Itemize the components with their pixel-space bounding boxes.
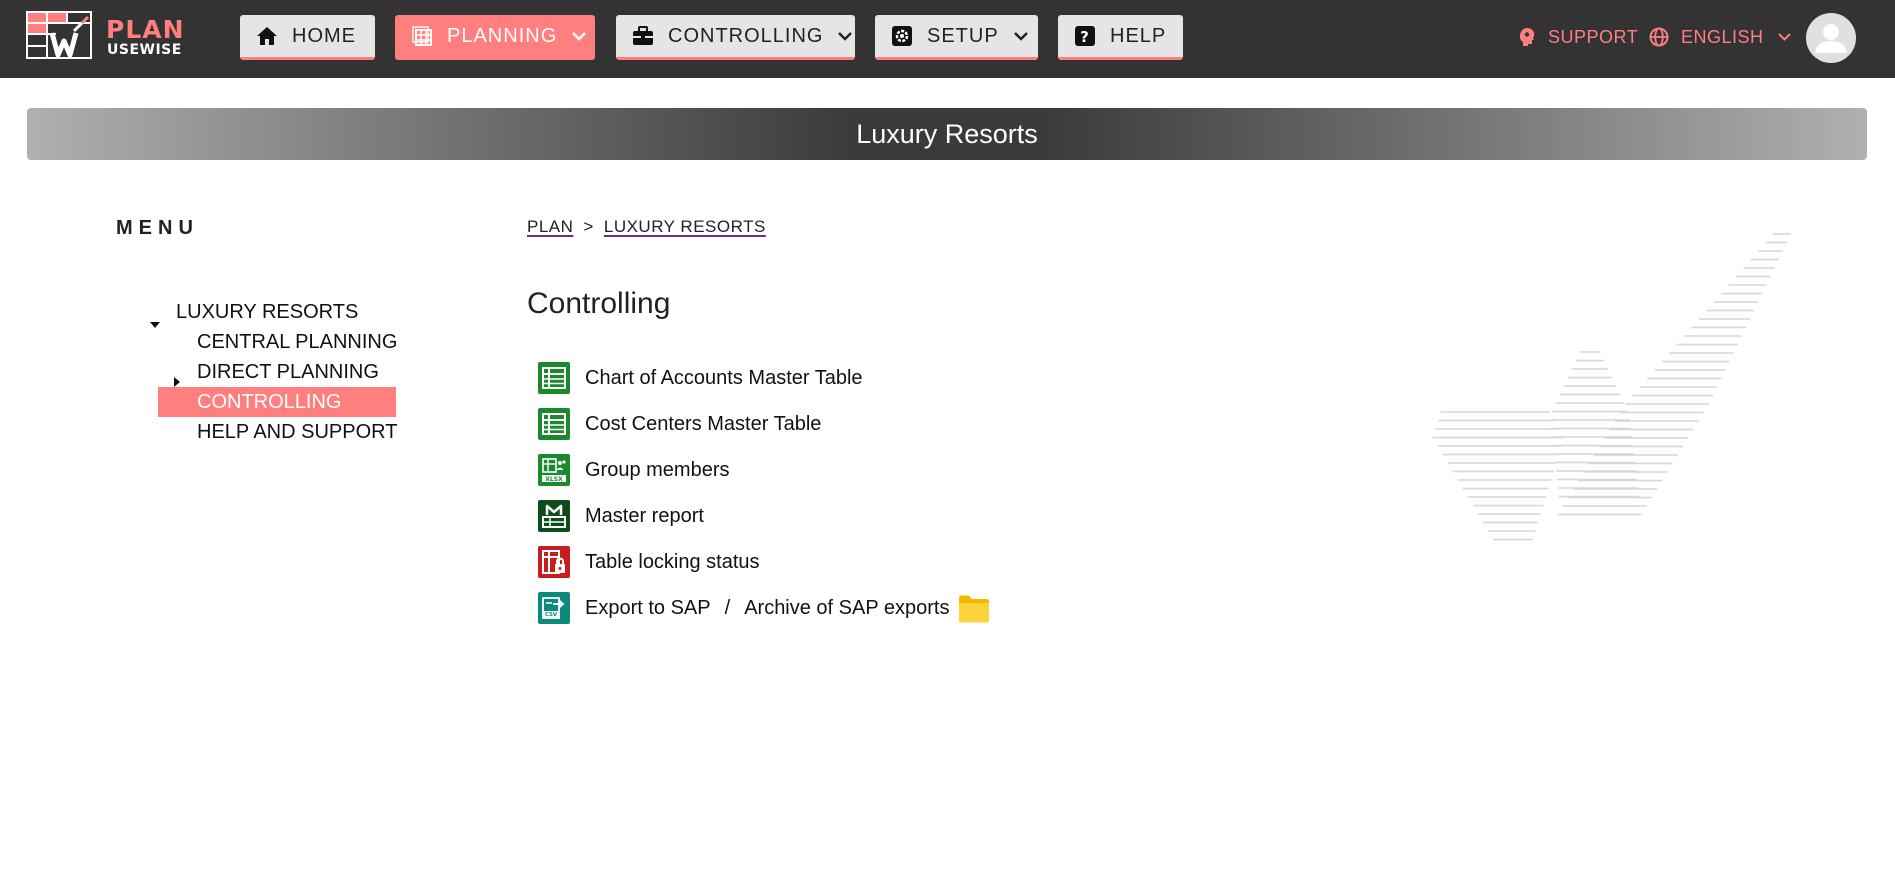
logo-secondary-text: USEWISE [107, 42, 182, 58]
nav-controlling-label: CONTROLLING [668, 24, 824, 47]
breadcrumb-separator: > [583, 217, 594, 236]
support-link[interactable]: SUPPORT [1518, 22, 1638, 52]
user-avatar[interactable] [1806, 13, 1856, 63]
menu-item-label: CENTRAL PLANNING [197, 331, 398, 353]
top-navigation-bar: PLAN USEWISE HOME PLANNING CONTROLLING S… [0, 0, 1895, 78]
report-m-icon [538, 500, 570, 532]
question-icon: ? [1074, 25, 1096, 47]
xlsx-group-icon: XLSX [538, 454, 570, 486]
menu-item-help-and-support[interactable]: HELP AND SUPPORT [197, 417, 397, 447]
logo-primary-text: PLAN [106, 15, 185, 44]
svg-text:XLSX: XLSX [545, 476, 563, 483]
chevron-down-icon [1777, 33, 1791, 41]
banner-title: Luxury Resorts [856, 118, 1038, 149]
nav-planning-label: PLANNING [447, 24, 558, 47]
language-label: ENGLISH [1681, 26, 1764, 47]
menu-item-label: DIRECT PLANNING [197, 361, 379, 383]
home-icon [256, 25, 278, 47]
caret-down-icon [150, 308, 160, 338]
link-label: Master report [585, 504, 704, 527]
link-separator: / [724, 596, 731, 619]
globe-icon [1649, 27, 1669, 47]
nav-home-button[interactable]: HOME [240, 15, 375, 60]
logo[interactable]: PLAN USEWISE [26, 11, 196, 61]
chevron-down-icon [1013, 28, 1029, 44]
language-selector[interactable]: ENGLISH [1649, 22, 1791, 52]
menu-item-luxury-resorts[interactable]: LUXURY RESORTS [150, 297, 359, 328]
nav-home-label: HOME [292, 24, 356, 47]
breadcrumb-link-plan[interactable]: PLAN [527, 217, 573, 236]
menu-item-controlling[interactable]: CONTROLLING [158, 387, 396, 417]
breadcrumb: PLAN > LUXURY RESORTS [527, 217, 766, 237]
lightbulb-head-icon [1518, 27, 1536, 47]
chevron-down-icon [837, 28, 853, 44]
link-chart-of-accounts[interactable]: Chart of Accounts Master Table [538, 361, 863, 395]
support-label: SUPPORT [1548, 26, 1639, 47]
table-icon [538, 362, 570, 394]
user-icon [1815, 24, 1847, 53]
briefcase-icon [632, 25, 654, 47]
table-lock-icon [538, 546, 570, 578]
nav-help-label: HELP [1110, 24, 1167, 47]
link-export-to-sap[interactable]: Export to SAP [585, 597, 711, 620]
nav-help-button[interactable]: ? HELP [1058, 15, 1183, 60]
gear-icon [891, 25, 913, 47]
link-cost-centers[interactable]: Cost Centers Master Table [538, 407, 821, 441]
logo-grid-icon [26, 11, 92, 59]
watermark-logo-graphic [1432, 233, 1791, 541]
link-master-report[interactable]: Master report [538, 499, 704, 533]
link-table-locking-status[interactable]: Table locking status [538, 545, 760, 579]
csv-export-icon: CSV [538, 592, 570, 624]
svg-text:CSV: CSV [545, 612, 558, 618]
link-archive-of-sap-exports[interactable]: Archive of SAP exports [744, 597, 949, 620]
svg-text:?: ? [1080, 28, 1090, 46]
menu-item-label: LUXURY RESORTS [176, 301, 359, 323]
folder-icon[interactable] [958, 593, 990, 623]
link-label: Group members [585, 458, 730, 481]
page-title: Controlling [527, 287, 671, 320]
link-label: Table locking status [585, 550, 760, 573]
nav-planning-button[interactable]: PLANNING [395, 15, 595, 60]
link-label: Chart of Accounts Master Table [585, 366, 863, 389]
menu-title: MENU [116, 217, 199, 239]
calendar-grid-icon [411, 25, 433, 47]
breadcrumb-link-luxury-resorts[interactable]: LUXURY RESORTS [604, 217, 766, 236]
page-banner: Luxury Resorts [27, 108, 1867, 160]
link-label: Cost Centers Master Table [585, 412, 822, 435]
menu-item-direct-planning[interactable]: DIRECT PLANNING [174, 357, 379, 387]
menu-item-central-planning[interactable]: CENTRAL PLANNING [197, 327, 397, 357]
link-group-members[interactable]: XLSX Group members [538, 453, 730, 487]
nav-setup-button[interactable]: SETUP [875, 15, 1038, 60]
chevron-down-icon [571, 28, 587, 44]
menu-item-label: CONTROLLING [197, 391, 342, 413]
link-export-to-sap-row: CSV Export to SAP / Archive of SAP expor… [538, 591, 990, 625]
nav-setup-label: SETUP [927, 24, 999, 47]
table-icon [538, 408, 570, 440]
nav-controlling-button[interactable]: CONTROLLING [616, 15, 855, 60]
menu-item-label: HELP AND SUPPORT [197, 421, 398, 443]
